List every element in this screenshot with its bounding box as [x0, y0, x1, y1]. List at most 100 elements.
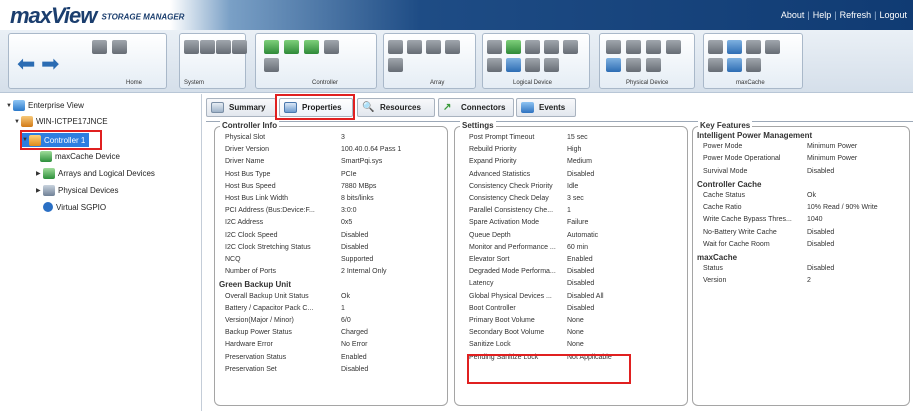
about-link[interactable]: About [781, 10, 805, 20]
property-row: Degraded Mode Performa... Disabled [455, 268, 687, 280]
array-icon-3[interactable] [426, 40, 441, 54]
property-label: Backup Power Status [225, 329, 292, 337]
property-label: Monitor and Performance ... [469, 243, 556, 251]
property-label: Host Bus Type [225, 170, 271, 178]
system-settings-icon[interactable] [216, 40, 231, 54]
property-label: Secondary Boot Volume [469, 329, 545, 337]
property-label: Post Prompt Timeout [469, 134, 535, 141]
property-value: Disabled [341, 243, 369, 251]
logical-device-icon-7[interactable] [506, 58, 521, 72]
add-system-icon[interactable] [92, 40, 107, 54]
collapse-icon[interactable]: ▶ [36, 187, 43, 194]
array-icon-4[interactable] [445, 40, 460, 54]
property-value: Ok [807, 192, 816, 199]
property-label: Driver Version [225, 146, 269, 154]
physical-device-icon-7[interactable] [646, 58, 661, 72]
controller-icon-1[interactable] [264, 40, 279, 54]
property-value: Disabled [567, 268, 595, 276]
property-label: Parallel Consistency Che... [469, 207, 554, 215]
physical-device-icon-6[interactable] [626, 58, 641, 72]
tree-node-physical-devices[interactable]: ▶ Physical Devices [36, 185, 118, 196]
panel-title: Settings [460, 121, 496, 130]
tab-connectors[interactable]: ↗ Connectors [438, 98, 514, 117]
logical-device-icon-9[interactable] [544, 58, 559, 72]
property-label: Boot Controller [469, 304, 516, 312]
property-label: Host Bus Speed [225, 182, 276, 190]
help-link[interactable]: Help [813, 10, 832, 20]
property-row: Version(Major / Minor) 6/0 [215, 317, 447, 329]
logical-device-icon-8[interactable] [525, 58, 540, 72]
physical-device-icon-3[interactable] [646, 40, 661, 54]
collapse-icon[interactable]: ▶ [36, 170, 43, 177]
tab-summary[interactable]: Summary [206, 98, 276, 117]
property-row: PCI Address (Bus:Device:F... 3:0:0 [215, 207, 447, 219]
remove-system-icon[interactable] [112, 40, 127, 54]
maxcache-device-icon [40, 151, 52, 162]
property-value: 60 min [567, 243, 589, 251]
tree-node-maxcache[interactable]: maxCache Device [40, 151, 120, 162]
property-row: Host Bus Link Width 8 bits/links [215, 195, 447, 207]
property-label: Write Cache Bypass Thres... [703, 216, 792, 224]
property-label: Version [703, 277, 727, 285]
highlight-box-sanitize [467, 354, 631, 384]
forward-arrow-icon[interactable]: ➡ [41, 53, 59, 75]
expand-icon[interactable]: ▼ [6, 103, 13, 109]
maxcache-icon-4[interactable] [765, 40, 780, 54]
ribbon-group-maxcache: maxCache [703, 33, 803, 89]
ribbon-group-physical-device: Physical Device [599, 33, 695, 89]
system-icon-4[interactable] [232, 40, 247, 54]
maxcache-icon-5[interactable] [708, 58, 723, 72]
back-arrow-icon[interactable]: ⬅ [17, 53, 35, 75]
physical-device-icon-2[interactable] [626, 40, 641, 54]
property-row: No-Battery Write Cache Disabled [693, 229, 909, 241]
property-row: Physical Slot 3 [215, 134, 447, 146]
tab-events[interactable]: Events [516, 98, 576, 117]
logical-device-icon-5[interactable] [563, 40, 578, 54]
property-row: I2C Address 0x5 [215, 219, 447, 231]
property-value: Ok [341, 292, 350, 300]
physical-device-icon-1[interactable] [606, 40, 621, 54]
expand-icon[interactable]: ▼ [14, 119, 21, 125]
maxcache-icon-7[interactable] [746, 58, 761, 72]
tree-node-arrays[interactable]: ▶ Arrays and Logical Devices [36, 168, 155, 179]
property-value: Disabled [567, 280, 595, 288]
maxcache-icon-2[interactable] [727, 40, 742, 54]
array-icon-5[interactable] [388, 58, 403, 72]
property-label: Cache Ratio [703, 204, 742, 212]
physical-device-icon-4[interactable] [666, 40, 681, 54]
property-row: Spare Activation Mode Failure [455, 219, 687, 231]
property-row: Power Mode Minimum Power [693, 143, 909, 155]
property-value: 0x5 [341, 219, 353, 227]
property-row: Primary Boot Volume None [455, 317, 687, 329]
controller-icon-4[interactable] [324, 40, 339, 54]
tab-resources[interactable]: 🔍 Resources [357, 98, 435, 117]
logical-device-icon-2[interactable] [506, 40, 521, 54]
logical-device-icon-1[interactable] [487, 40, 502, 54]
array-icon-2[interactable] [407, 40, 422, 54]
maxcache-icon-6[interactable] [727, 58, 742, 72]
system-icon-2[interactable] [200, 40, 215, 54]
physical-device-icon-5[interactable] [606, 58, 621, 72]
maxcache-icon-3[interactable] [746, 40, 761, 54]
tree-node-virtual-sgpio[interactable]: Virtual SGPIO [43, 202, 106, 212]
property-row: Status Disabled [693, 265, 909, 277]
array-icon-1[interactable] [388, 40, 403, 54]
system-icon-1[interactable] [184, 40, 199, 54]
logout-link[interactable]: Logout [879, 10, 907, 20]
controller-icon-3[interactable] [304, 40, 319, 54]
logical-device-icon-3[interactable] [525, 40, 540, 54]
refresh-link[interactable]: Refresh [840, 10, 872, 20]
logical-device-icon-4[interactable] [544, 40, 559, 54]
app-header: maxView STORAGE MANAGER About | Help | Refre… [0, 0, 913, 30]
controller-icon-5[interactable] [264, 58, 279, 72]
logical-device-icon-6[interactable] [487, 58, 502, 72]
property-label: Overall Backup Unit Status [225, 292, 309, 300]
property-row: Host Bus Speed 7880 MBps [215, 183, 447, 195]
maxcache-icon-1[interactable] [708, 40, 723, 54]
property-label: Number of Ports [225, 268, 276, 276]
tree-node-host[interactable]: ▼ WIN-ICTPE17JNCE [14, 116, 108, 127]
property-value: Disabled [807, 167, 835, 175]
tree-node-enterprise-view[interactable]: ▼ Enterprise View [6, 100, 84, 111]
magnifier-icon: 🔍 [362, 102, 375, 113]
controller-icon-2[interactable] [284, 40, 299, 54]
